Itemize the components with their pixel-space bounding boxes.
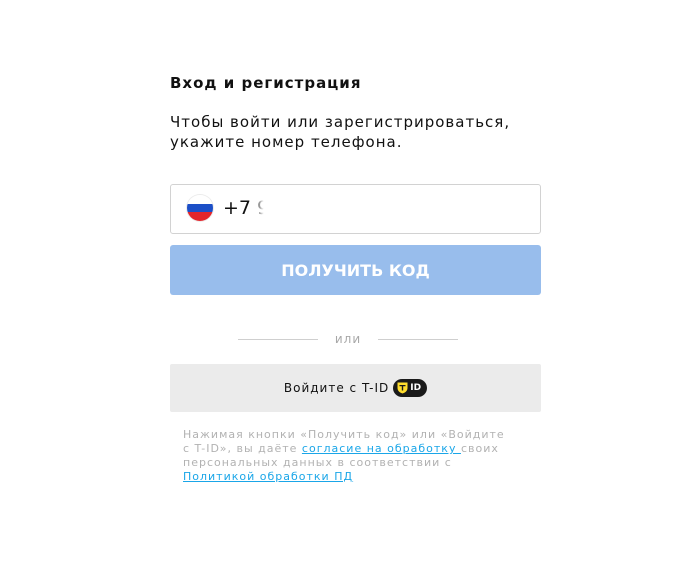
page-subtitle: Чтобы войти или зарегистрироваться, укаж…: [170, 113, 511, 151]
russia-flag-icon[interactable]: [187, 195, 213, 221]
tid-badge-text: ID: [410, 383, 422, 393]
tid-badge: ID: [393, 379, 428, 397]
phone-field[interactable]: [170, 184, 541, 234]
shield-icon: [397, 382, 408, 394]
legal-notice: Нажимая кнопки «Получить код» или «Войди…: [183, 428, 513, 484]
or-divider: или: [238, 330, 458, 350]
policy-link[interactable]: Политикой обработки ПД: [183, 470, 353, 483]
get-code-button[interactable]: ПОЛУЧИТЬ КОД: [170, 245, 541, 295]
tid-button-label: Войдите с T-ID: [283, 381, 390, 395]
tid-login-button[interactable]: Войдите с T-ID ID: [170, 364, 541, 412]
input-fade: [254, 187, 278, 225]
or-text: или: [334, 332, 362, 346]
login-panel: Вход и регистрация Чтобы войти или зарег…: [170, 72, 541, 483]
consent-link[interactable]: согласие на обработку: [302, 442, 461, 455]
page-title: Вход и регистрация: [170, 74, 362, 92]
